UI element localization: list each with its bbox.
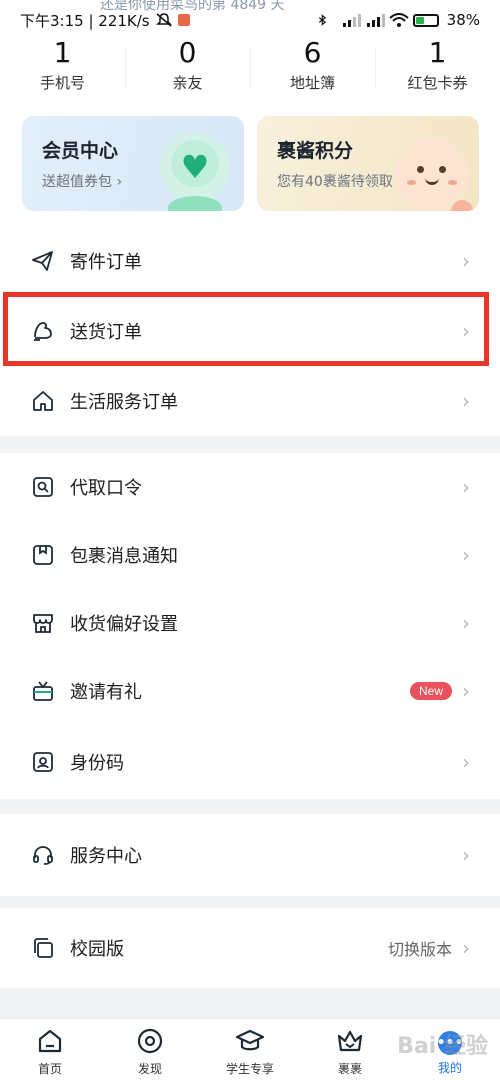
package-notice-icon	[30, 542, 56, 568]
stat-address-book[interactable]: 6 地址簿	[250, 36, 375, 100]
tab-discover[interactable]: 发现	[100, 1019, 200, 1084]
wifi-icon	[388, 13, 409, 27]
tab-student[interactable]: 学生专享	[200, 1019, 300, 1084]
stat-label: 红包卡券	[407, 74, 468, 92]
signal-icon-1	[341, 13, 361, 27]
campus-group: 校园版 切换版本 ›	[0, 908, 500, 988]
mascot-hand-icon	[451, 200, 473, 211]
row-label: 服务中心	[70, 846, 142, 867]
stat-label: 地址簿	[289, 74, 335, 92]
bluetooth-icon	[317, 13, 333, 27]
tab-guoguo[interactable]: 裹裹	[300, 1019, 400, 1084]
promo-cards: 会员中心 送超值券包 › ♥ 裹酱积分 您有40裹酱待领取 ›	[0, 100, 500, 226]
row-life-service-orders[interactable]: 生活服务订单 ›	[0, 366, 500, 436]
row-label: 身份码	[70, 753, 124, 774]
tab-label: 学生专享	[225, 1062, 274, 1076]
chevron-right-icon: ›	[462, 843, 470, 867]
mute-icon	[155, 13, 172, 27]
tab-label: 裹裹	[337, 1062, 362, 1076]
chevron-right-icon: ›	[462, 319, 470, 343]
row-campus-version[interactable]: 校园版 切换版本 ›	[0, 908, 500, 988]
profile-stats: 1 手机号 0 亲友 6 地址簿 1 红包卡券	[0, 36, 500, 100]
tab-label: 首页	[37, 1062, 62, 1076]
headset-icon	[30, 842, 56, 868]
row-label: 邀请有礼	[70, 682, 142, 703]
copy-version-icon	[30, 935, 56, 961]
chevron-right-icon: ›	[462, 543, 470, 567]
stat-label: 亲友	[172, 74, 203, 92]
graduation-cap-icon	[235, 1029, 265, 1051]
service-group: 服务中心 ›	[0, 814, 500, 896]
stat-number: 1	[428, 36, 447, 69]
row-package-notice[interactable]: 包裹消息通知 ›	[0, 521, 500, 589]
row-label: 代取口令	[70, 478, 142, 499]
row-service-center[interactable]: 服务中心 ›	[0, 814, 500, 896]
stat-relatives[interactable]: 0 亲友	[125, 36, 250, 100]
app-notification-icon	[177, 14, 190, 26]
watermark: Bai 经验	[397, 1034, 488, 1059]
stat-number: 0	[178, 36, 197, 69]
row-label: 收货偏好设置	[70, 614, 178, 635]
send-plane-icon	[30, 248, 56, 274]
delivery-icon	[30, 318, 56, 344]
row-send-orders[interactable]: 寄件订单 ›	[0, 226, 500, 296]
chevron-right-icon: ›	[462, 936, 470, 960]
discover-icon	[137, 1028, 163, 1054]
tools-group: 代取口令 › 包裹消息通知 › 收货偏好设置 › 邀请有礼 New › 身份码 …	[0, 453, 500, 799]
battery-percent: 38%	[446, 11, 480, 29]
row-delivery-orders[interactable]: 送货订单 ›	[0, 296, 500, 366]
row-label: 校园版	[70, 939, 124, 960]
row-pickup-code[interactable]: 代取口令 ›	[0, 453, 500, 521]
points-card[interactable]: 裹酱积分 您有40裹酱待领取 ›	[257, 116, 479, 211]
chevron-right-icon: ›	[462, 389, 470, 413]
home-icon	[30, 388, 56, 414]
battery-icon	[412, 13, 439, 27]
chevron-right-icon: ›	[462, 611, 470, 635]
id-code-icon	[30, 749, 56, 775]
pickup-code-icon	[30, 474, 56, 500]
row-invite-gift[interactable]: 邀请有礼 New ›	[0, 657, 500, 725]
orders-group: 寄件订单 › 送货订单 › 生活服务订单 ›	[0, 226, 500, 436]
stat-phone[interactable]: 1 手机号	[0, 36, 125, 100]
row-identity-code[interactable]: 身份码 ›	[0, 725, 500, 799]
status-bar: 还是你使用菜鸟的第 4849 天 下午3:15 | 221K/s 38%	[0, 0, 500, 40]
stat-coupons[interactable]: 1 红包卡券	[375, 36, 500, 100]
chevron-right-icon: ›	[462, 249, 470, 273]
stat-label: 手机号	[39, 74, 85, 92]
chevron-right-icon: ›	[462, 475, 470, 499]
stat-number: 1	[53, 36, 72, 69]
row-label: 生活服务订单	[70, 392, 178, 413]
row-label: 包裹消息通知	[70, 546, 178, 567]
tab-label: 我的	[437, 1061, 462, 1075]
store-icon	[30, 610, 56, 636]
home-tab-icon	[38, 1029, 62, 1053]
gift-icon	[30, 678, 56, 704]
switch-version-text: 切换版本	[387, 940, 452, 959]
stat-number: 6	[303, 36, 322, 69]
crown-icon	[337, 1030, 363, 1052]
signal-icon-2	[365, 13, 385, 27]
tab-home[interactable]: 首页	[0, 1019, 100, 1084]
tab-label: 发现	[137, 1062, 162, 1076]
chevron-right-icon: ›	[462, 750, 470, 774]
heart-badge-icon: ♥	[160, 132, 230, 211]
chevron-right-icon: ›	[462, 679, 470, 703]
days-peek-text: 还是你使用菜鸟的第 4849 天	[100, 0, 285, 13]
member-center-card[interactable]: 会员中心 送超值券包 › ♥	[22, 116, 244, 211]
new-badge: New	[409, 682, 452, 700]
row-label: 寄件订单	[70, 252, 142, 273]
row-label: 送货订单	[70, 322, 142, 343]
row-receive-preferences[interactable]: 收货偏好设置 ›	[0, 589, 500, 657]
